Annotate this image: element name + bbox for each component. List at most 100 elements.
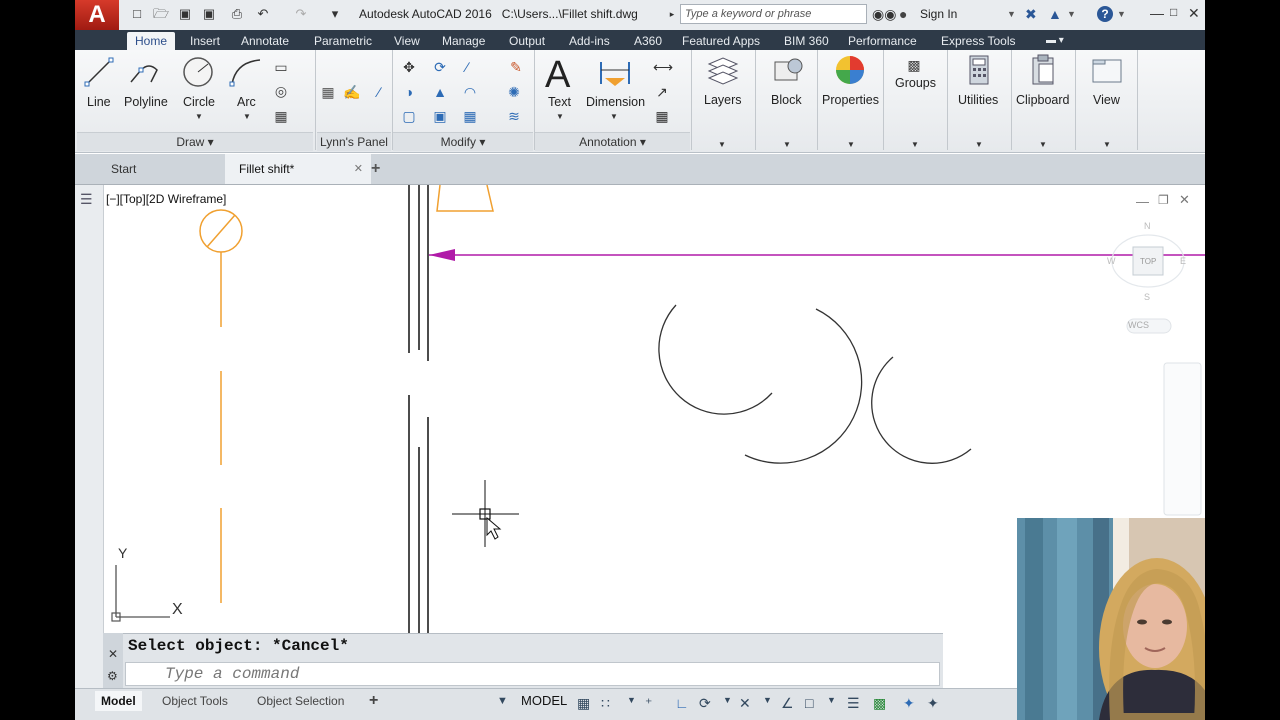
properties-dropdown-icon[interactable]: ▼ (847, 140, 855, 149)
utilities-icon[interactable] (961, 54, 997, 86)
scale-icon[interactable]: ▣ (431, 107, 449, 125)
snap-icon[interactable]: ∷ (601, 695, 610, 712)
offset-icon[interactable]: ≋ (505, 107, 523, 125)
tab-manage[interactable]: Manage (442, 32, 485, 50)
exchange-apps-icon[interactable]: ✖ (1025, 6, 1037, 22)
polyline-button[interactable]: Polyline (124, 95, 168, 109)
circle-button[interactable]: Circle (183, 95, 215, 109)
dimension-button[interactable]: Dimension (586, 95, 645, 109)
hatch-icon[interactable]: ◎ (272, 82, 290, 100)
text-icon[interactable]: A (545, 54, 570, 97)
circle-dropdown-icon[interactable]: ▼ (195, 112, 203, 121)
array-icon[interactable]: ▦ (461, 107, 479, 125)
tab-home[interactable]: Home (127, 32, 176, 50)
viewport-restore-icon[interactable]: ❐ (1158, 193, 1169, 207)
help-dropdown-icon[interactable]: ▼ (1117, 6, 1126, 22)
mirror-icon[interactable]: ▲ (431, 83, 449, 101)
navigation-bar[interactable] (1163, 362, 1202, 516)
erase-icon[interactable]: ✎ (507, 58, 525, 76)
minimize-icon[interactable]: — (1150, 5, 1164, 21)
open-file-icon[interactable]: 🗁 (153, 6, 169, 22)
clipboard-button[interactable]: Clipboard (1016, 93, 1070, 107)
isodraft-dropdown-icon[interactable]: ▼ (763, 695, 772, 705)
application-menu-button[interactable]: A (75, 0, 119, 30)
circle-icon[interactable] (180, 56, 216, 88)
a360-dropdown-icon[interactable]: ▼ (1067, 6, 1076, 22)
polyline-icon[interactable] (127, 56, 163, 88)
annotation-panel-title[interactable]: Annotation ▾ (535, 132, 690, 151)
viewcube-east-label[interactable]: E (1180, 256, 1186, 266)
line-icon[interactable] (81, 56, 117, 88)
tab-featured-apps[interactable]: Featured Apps (682, 32, 760, 50)
view-icon[interactable] (1089, 54, 1125, 86)
arc-icon[interactable] (228, 56, 264, 88)
layers-button[interactable]: Layers (704, 93, 742, 107)
modify-panel-title[interactable]: Modify ▾ (393, 132, 533, 151)
transparency-icon[interactable]: ▩ (873, 695, 886, 712)
clipboard-dropdown-icon[interactable]: ▼ (1039, 140, 1047, 149)
new-file-icon[interactable]: □ (129, 6, 145, 22)
text-dropdown-icon[interactable]: ▼ (556, 112, 564, 121)
fillet-icon[interactable]: ◠ (461, 83, 479, 101)
explode-icon[interactable]: ✺ (505, 83, 523, 101)
tab-express-tools[interactable]: Express Tools (941, 32, 1015, 50)
save-icon[interactable]: ▣ (177, 6, 193, 22)
block-icon[interactable] (769, 54, 805, 86)
utilities-dropdown-icon[interactable]: ▼ (975, 140, 983, 149)
lineweight-icon[interactable]: ☰ (847, 695, 860, 712)
tab-performance[interactable]: Performance (848, 32, 917, 50)
command-input-placeholder[interactable]: Type a command (165, 665, 299, 683)
viewcube-south-label[interactable]: S (1144, 292, 1150, 302)
new-tab-icon[interactable]: + (371, 154, 380, 184)
a360-icon[interactable]: ▲ (1048, 6, 1062, 22)
groups-dropdown-icon[interactable]: ▼ (911, 140, 919, 149)
command-line-grip[interactable]: ✕ ⚙ (103, 633, 123, 688)
trim-icon[interactable]: ∕ (458, 58, 476, 76)
calculator-icon[interactable]: ▦ (319, 83, 337, 101)
polar-icon[interactable]: ⟳ (699, 695, 711, 712)
object-snap-tracking-icon[interactable]: ∠ (781, 695, 794, 712)
view-button[interactable]: View (1093, 93, 1120, 107)
selection-cycling-icon[interactable]: ✦ (903, 695, 915, 712)
text-button[interactable]: Text (548, 95, 571, 109)
tab-object-selection[interactable]: Object Selection (257, 691, 344, 711)
close-tab-icon[interactable]: ✕ (354, 154, 363, 184)
line-button[interactable]: Line (87, 95, 111, 109)
title-expand-icon[interactable]: ▸ (664, 6, 680, 22)
tab-object-tools[interactable]: Object Tools (162, 691, 228, 711)
tab-bim-360[interactable]: BIM 360 (784, 32, 829, 50)
rotate-icon[interactable]: ⟳ (431, 58, 449, 76)
table-icon[interactable]: ▦ (653, 107, 671, 125)
model-space-button[interactable]: MODEL (521, 691, 567, 711)
arc-button[interactable]: Arc (237, 95, 256, 109)
tab-annotate[interactable]: Annotate (241, 32, 289, 50)
redo-icon[interactable]: ↷ (293, 6, 309, 22)
dimension-dropdown-icon[interactable]: ▼ (610, 112, 618, 121)
tab-insert[interactable]: Insert (190, 32, 220, 50)
print-icon[interactable]: ⎙ (229, 6, 245, 22)
search-input[interactable]: Type a keyword or phrase (680, 4, 867, 24)
command-customize-icon[interactable]: ⚙ (107, 669, 118, 683)
viewcube[interactable] (1111, 234, 1185, 334)
tab-parametric[interactable]: Parametric (314, 32, 372, 50)
sign-in-button[interactable]: Sign In (920, 7, 957, 21)
viewcube-west-label[interactable]: W (1107, 256, 1116, 266)
layers-icon[interactable] (705, 54, 741, 86)
tab-add-ins[interactable]: Add-ins (569, 32, 610, 50)
binoculars-icon[interactable]: ◉◉ (872, 6, 896, 22)
layers-dropdown-icon[interactable]: ▼ (718, 140, 726, 149)
copy-icon[interactable]: ◑ (400, 83, 418, 101)
ribbon-minimize-icon[interactable]: ▬ ▾ (1046, 32, 1064, 50)
move-icon[interactable]: ✥ (400, 58, 418, 76)
clipboard-icon[interactable] (1025, 54, 1061, 86)
properties-button[interactable]: Properties (822, 93, 879, 107)
tab-output[interactable]: Output (509, 32, 545, 50)
viewport-minimize-icon[interactable]: — (1136, 194, 1149, 209)
arc-dropdown-icon[interactable]: ▼ (243, 112, 251, 121)
grid-icon[interactable]: ▦ (577, 695, 590, 712)
tab-view[interactable]: View (394, 32, 420, 50)
utilities-button[interactable]: Utilities (958, 93, 998, 107)
tab-a360[interactable]: A360 (634, 32, 662, 50)
customize-toolbar-icon[interactable]: ▾ (327, 6, 343, 22)
block-dropdown-icon[interactable]: ▼ (783, 140, 791, 149)
